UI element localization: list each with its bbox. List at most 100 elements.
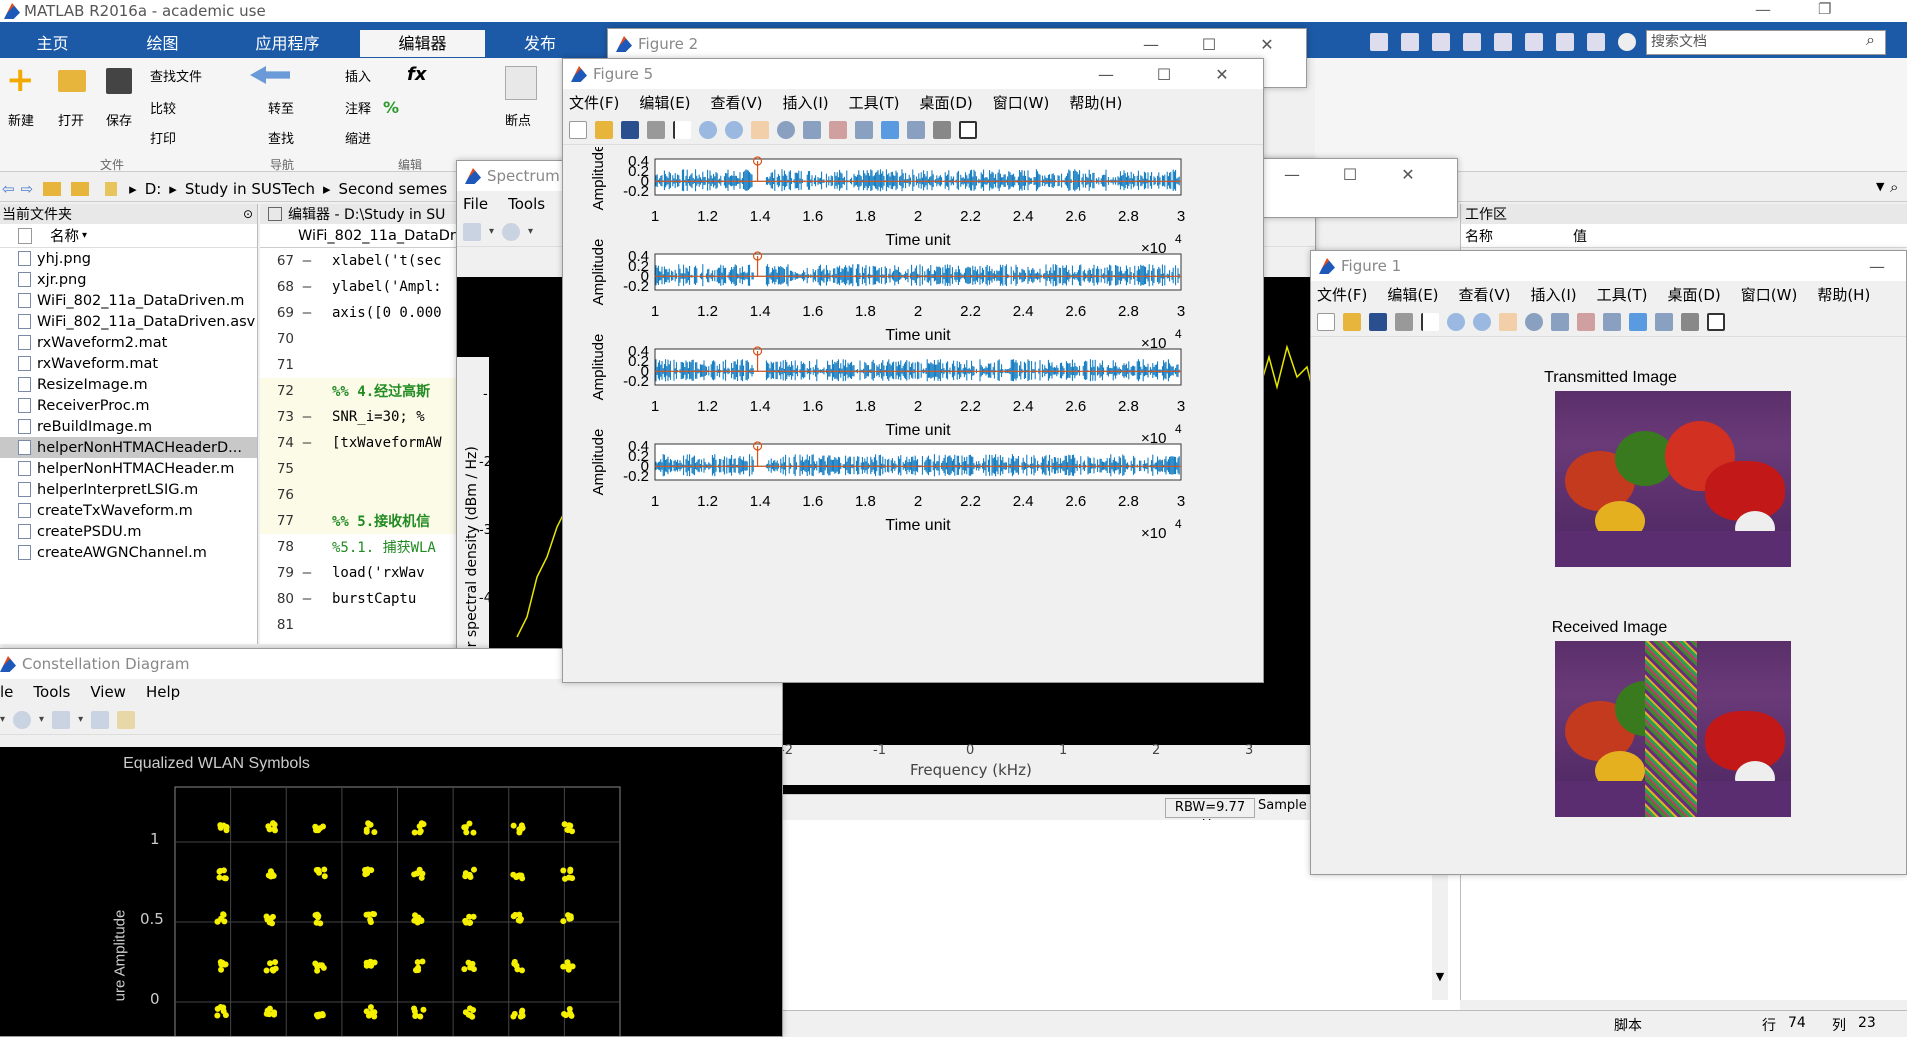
pan-icon[interactable] — [1499, 312, 1517, 331]
code-line[interactable]: 72 %% 4.经过高斯 — [260, 378, 462, 404]
tab-plots[interactable]: 绘图 — [110, 30, 215, 57]
breakpoint-dash[interactable]: — — [294, 591, 320, 607]
close-icon[interactable]: ✕ — [1379, 165, 1437, 184]
search-docs-input[interactable]: 搜索文档 — [1646, 30, 1886, 55]
file-list-item[interactable]: rxWaveform2.mat — [0, 332, 257, 353]
file-list-item[interactable]: createAWGNChannel.m — [0, 542, 257, 563]
zoom-in-icon[interactable] — [699, 120, 717, 139]
file-list-item[interactable]: yhj.png — [0, 248, 257, 269]
forward-icon[interactable]: ⇨ — [21, 180, 34, 198]
link-icon[interactable] — [855, 120, 873, 139]
copy-icon[interactable] — [1463, 33, 1481, 51]
maximize-icon[interactable]: ☐ — [1180, 35, 1238, 54]
select-arrow-icon[interactable] — [1421, 312, 1439, 331]
link-icon[interactable] — [1603, 312, 1621, 331]
menu-item[interactable]: 帮助(H) — [1817, 284, 1870, 305]
new-icon[interactable]: + — [6, 63, 36, 97]
measure-icon[interactable] — [117, 710, 136, 729]
find-files-button[interactable]: 查找文件 — [150, 66, 202, 85]
colorbar-icon[interactable] — [881, 120, 899, 139]
menu-item[interactable]: 插入(I) — [783, 92, 829, 113]
zoom-icon[interactable] — [13, 710, 32, 729]
code-line[interactable]: 77 %% 5.接收机信 — [260, 508, 462, 534]
file-list-item[interactable]: ReceiverProc.m — [0, 395, 257, 416]
file-list-item[interactable]: ResizeImage.m — [0, 374, 257, 395]
close-icon[interactable]: ✕ — [1238, 35, 1296, 54]
settings-icon[interactable] — [463, 222, 481, 241]
workspace-col-value[interactable]: 值 — [1573, 226, 1587, 246]
tab-publish[interactable]: 发布 — [490, 30, 590, 57]
autoscale-icon[interactable] — [91, 710, 110, 729]
search-icon[interactable]: ⌕ — [1866, 30, 1875, 50]
print-button[interactable]: 打印 — [150, 128, 176, 147]
tab-home[interactable]: 主页 — [0, 30, 105, 57]
print-figure-icon[interactable] — [647, 120, 665, 139]
rotate-icon[interactable] — [1525, 312, 1543, 331]
menu-tools[interactable]: Tools — [508, 195, 545, 213]
show-tools-icon[interactable] — [1707, 312, 1725, 331]
breakpoint-dash[interactable]: — — [294, 253, 320, 269]
rotate-icon[interactable] — [777, 120, 795, 139]
file-list-item[interactable]: helperInterpretLSIG.m — [0, 479, 257, 500]
address-dropdown-icon[interactable]: ▼ — [1876, 180, 1884, 193]
menu-item[interactable]: 帮助(H) — [1069, 92, 1122, 113]
workspace-col-name[interactable]: 名称 — [1465, 226, 1493, 246]
redo-icon[interactable] — [1556, 33, 1574, 51]
breakpoint-dash[interactable]: — — [294, 565, 320, 581]
menu-item[interactable]: 窗口(W) — [993, 92, 1050, 113]
save-file-icon[interactable] — [106, 68, 132, 94]
file-list-item[interactable]: createPSDU.m — [0, 521, 257, 542]
code-area[interactable]: 67— xlabel('t(sec 68— ylabel('Ampl: 69— axis(… — [260, 248, 462, 638]
code-line[interactable]: 80— burstCaptu — [260, 586, 462, 612]
legend-icon[interactable] — [1655, 312, 1673, 331]
breakpoint-dash[interactable]: — — [294, 435, 320, 451]
close-icon[interactable]: ✕ — [1193, 65, 1251, 84]
compare-button[interactable]: 比较 — [150, 98, 176, 117]
menu-item[interactable]: 查看(V) — [1459, 284, 1511, 305]
menu-item[interactable]: 文件(F) — [1317, 284, 1367, 305]
tab-apps[interactable]: 应用程序 — [220, 30, 355, 57]
maximize-icon[interactable]: ☐ — [1135, 65, 1193, 84]
code-line[interactable]: 67— xlabel('t(sec — [260, 248, 462, 274]
file-list-item[interactable]: helperNonHTMACHeaderD... — [0, 437, 257, 458]
open-button[interactable]: 打开 — [58, 110, 84, 129]
minimize-icon[interactable]: — — [1077, 65, 1135, 84]
menu-item[interactable]: 窗口(W) — [1741, 284, 1798, 305]
save-figure-icon[interactable] — [1369, 312, 1387, 331]
hide-tools-icon[interactable] — [1681, 312, 1699, 331]
up-folder-icon[interactable] — [43, 181, 62, 196]
zoom-in-icon[interactable] — [1447, 312, 1465, 331]
menu-tools[interactable]: Tools — [33, 683, 70, 701]
print-figure-icon[interactable] — [1395, 312, 1413, 331]
maximize-icon[interactable]: ❐ — [1818, 0, 1831, 18]
open-icon[interactable] — [58, 70, 86, 92]
brush-icon[interactable] — [1577, 312, 1595, 331]
indent-button[interactable]: 缩进 — [345, 128, 371, 147]
path-drive[interactable]: D: — [145, 180, 162, 198]
zoom-out-icon[interactable] — [725, 120, 743, 139]
menu-item[interactable]: 桌面(D) — [920, 92, 973, 113]
save-icon[interactable] — [1401, 33, 1419, 51]
goto-button[interactable]: 转至 — [268, 98, 294, 117]
insert-button[interactable]: 插入 — [345, 66, 371, 85]
open-file-icon[interactable] — [595, 120, 613, 139]
column-name[interactable]: 名称 — [50, 225, 79, 246]
fit-icon[interactable] — [52, 710, 71, 729]
path-segment-2[interactable]: Second semes — [339, 180, 448, 198]
code-line[interactable]: 74— [txWaveformAW — [260, 430, 462, 456]
select-arrow-icon[interactable] — [673, 120, 691, 139]
minimize-icon[interactable]: — — [1263, 165, 1321, 184]
file-list-item[interactable]: WiFi_802_11a_DataDriven.asv — [0, 311, 257, 332]
code-line[interactable]: 78 %5.1. 捕获WLA — [260, 534, 462, 560]
back-icon[interactable]: ⇦ — [2, 180, 15, 198]
comment-button[interactable]: 注释 — [345, 98, 371, 117]
breakpoints-icon[interactable] — [505, 66, 537, 100]
editor-tab[interactable]: WiFi_802_11a_DataDr — [298, 228, 456, 244]
hide-tools-icon[interactable] — [933, 120, 951, 139]
menu-item[interactable]: 查看(V) — [711, 92, 763, 113]
code-line[interactable]: 81 — [260, 612, 462, 638]
file-list-item[interactable]: helperNonHTMACHeader.m — [0, 458, 257, 479]
address-search-icon[interactable]: ⌕ — [1890, 178, 1898, 196]
breakpoint-dash[interactable]: — — [294, 409, 320, 425]
legend-icon[interactable] — [907, 120, 925, 139]
